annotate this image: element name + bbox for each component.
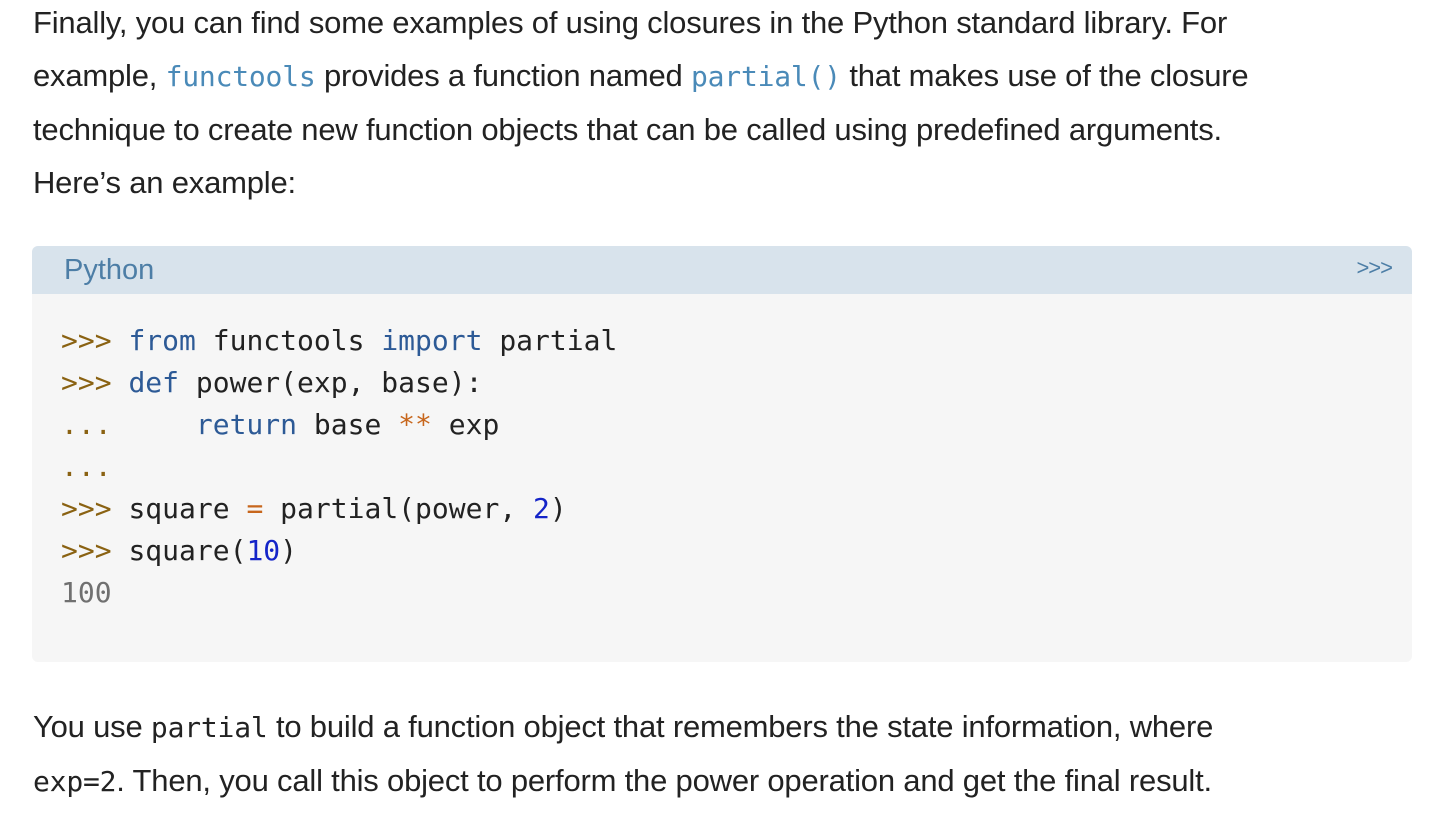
inline-code-exp: exp=2 <box>33 765 117 798</box>
code-number: 2 <box>533 492 550 525</box>
explanation-line-2-end: . Then, you call this object to perform … <box>116 763 1212 798</box>
code-prompt: >>> <box>61 534 129 567</box>
code-body: >>> from functools import partial >>> def… <box>61 320 617 614</box>
intro-line-2: example, functools provides a function n… <box>33 49 1413 103</box>
code-text: square <box>128 492 247 525</box>
intro-line-3: technique to create new function objects… <box>33 112 1222 147</box>
code-line: ... <box>61 446 617 488</box>
code-language-label: Python <box>64 254 155 286</box>
code-line: >>> square(10) <box>61 530 617 572</box>
code-line: >>> from functools import partial <box>61 320 617 362</box>
code-text: square( <box>128 534 247 567</box>
explanation-line-1: You use partial to build a function obje… <box>33 700 1413 754</box>
code-prompt: ... <box>61 450 112 483</box>
toggle-prompts-button[interactable]: >>> <box>1356 255 1393 281</box>
intro-line-4: Here’s an example: <box>33 165 296 200</box>
code-output: 100 <box>61 576 112 609</box>
partial-link[interactable]: partial() <box>691 60 841 93</box>
code-text: functools <box>195 324 382 357</box>
intro-paragraph: Finally, you can find some examples of u… <box>33 0 1413 209</box>
code-text: base <box>297 408 399 441</box>
explanation-line-1-start: You use <box>33 709 151 744</box>
code-block-header: Python >>> <box>32 246 1412 294</box>
code-operator: = <box>246 492 264 525</box>
code-prompt: ... <box>61 408 196 441</box>
code-number: 10 <box>246 534 281 567</box>
explanation-paragraph: You use partial to build a function obje… <box>33 700 1413 808</box>
code-line: >>> square = partial(power, 2) <box>61 488 617 530</box>
code-text: partial <box>482 324 618 357</box>
code-text: partial(power, <box>263 492 534 525</box>
code-text: exp <box>431 408 500 441</box>
intro-line-1: Finally, you can find some examples of u… <box>33 5 1228 40</box>
explanation-line-1-end: to build a function object that remember… <box>267 709 1214 744</box>
code-keyword: return <box>195 408 298 441</box>
code-operator: ** <box>398 408 432 441</box>
intro-line-2-start: example, <box>33 58 166 93</box>
code-line: 100 <box>61 572 617 614</box>
code-keyword: def <box>128 366 180 399</box>
inline-code-partial: partial <box>150 711 268 744</box>
code-prompt: >>> <box>61 492 129 525</box>
code-prompt: >>> <box>61 366 129 399</box>
code-text: ) <box>549 492 567 525</box>
explanation-line-2: exp=2. Then, you call this object to per… <box>33 754 1413 808</box>
intro-line-2-mid: provides a function named <box>315 58 691 93</box>
code-prompt: >>> <box>61 324 129 357</box>
code-keyword: from <box>128 324 196 357</box>
functools-link[interactable]: functools <box>166 60 316 93</box>
intro-line-2-end: that makes use of the closure <box>840 58 1249 93</box>
code-keyword: import <box>381 324 483 357</box>
code-block: Python >>> >>> from functools import par… <box>32 246 1412 662</box>
code-line: >>> def power(exp, base): <box>61 362 617 404</box>
code-text: ) <box>280 534 298 567</box>
code-line: ... return base ** exp <box>61 404 617 446</box>
code-text: power(exp, base): <box>179 366 483 399</box>
